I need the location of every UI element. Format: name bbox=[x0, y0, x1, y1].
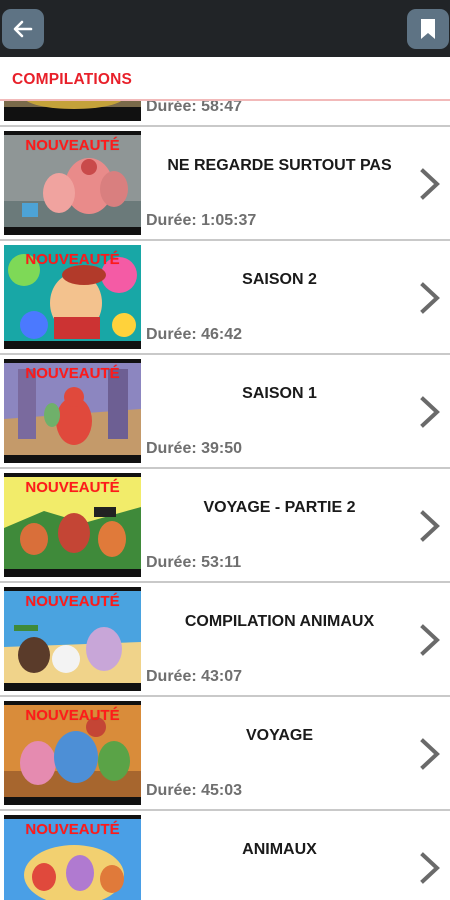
top-app-bar bbox=[0, 0, 450, 57]
new-badge: NOUVEAUTÉ bbox=[25, 137, 120, 154]
list-item[interactable]: NOUVEAUTÉ VOYAGE - PARTIE 2 Durée: 53:11 bbox=[0, 469, 450, 583]
video-thumbnail: NOUVEAUTÉ bbox=[4, 245, 141, 349]
video-list: Durée: 58:47 NOUVEAUTÉ NE REGARDE SURTOU… bbox=[0, 0, 450, 900]
video-thumbnail: NOUVEAUTÉ bbox=[4, 815, 141, 900]
chevron-right-icon bbox=[420, 852, 440, 884]
video-duration: Durée: 46:42 bbox=[146, 326, 243, 343]
new-badge: NOUVEAUTÉ bbox=[25, 479, 120, 496]
chevron-right-icon bbox=[420, 282, 440, 314]
list-item[interactable]: NOUVEAUTÉ SAISON 1 Durée: 39:50 bbox=[0, 355, 450, 469]
chevron-right-icon bbox=[420, 738, 440, 770]
video-title: COMPILATION ANIMAUX bbox=[184, 613, 375, 630]
new-badge: NOUVEAUTÉ bbox=[25, 365, 120, 382]
bookmark-button[interactable] bbox=[407, 9, 449, 49]
video-thumbnail: NOUVEAUTÉ bbox=[4, 131, 141, 235]
list-item[interactable]: NOUVEAUTÉ ANIMAUX bbox=[0, 811, 450, 900]
section-title: COMPILATIONS bbox=[12, 71, 133, 88]
video-thumbnail: NOUVEAUTÉ bbox=[4, 587, 141, 691]
video-title: SAISON 1 bbox=[242, 385, 317, 402]
list-item[interactable]: NOUVEAUTÉ SAISON 2 Durée: 46:42 bbox=[0, 241, 450, 355]
back-button[interactable] bbox=[2, 9, 44, 49]
video-thumbnail: NOUVEAUTÉ bbox=[4, 701, 141, 805]
new-badge: NOUVEAUTÉ bbox=[25, 593, 120, 610]
chevron-right-icon bbox=[420, 396, 440, 428]
video-duration: Durée: 53:11 bbox=[146, 554, 242, 571]
list-item[interactable]: NOUVEAUTÉ VOYAGE Durée: 45:03 bbox=[0, 697, 450, 811]
video-thumbnail: NOUVEAUTÉ bbox=[4, 473, 141, 577]
new-badge: NOUVEAUTÉ bbox=[25, 821, 120, 838]
video-duration: Durée: 43:07 bbox=[146, 668, 243, 685]
list-item[interactable]: NOUVEAUTÉ NE REGARDE SURTOUT PAS Durée: … bbox=[0, 127, 450, 241]
chevron-right-icon bbox=[420, 510, 440, 542]
bookmark-icon bbox=[421, 19, 435, 39]
arrow-left-icon bbox=[13, 20, 33, 38]
list-item[interactable]: NOUVEAUTÉ COMPILATION ANIMAUX Durée: 43:… bbox=[0, 583, 450, 697]
video-title: VOYAGE - PARTIE 2 bbox=[203, 499, 356, 516]
new-badge: NOUVEAUTÉ bbox=[25, 251, 120, 268]
video-duration: Durée: 39:50 bbox=[146, 440, 243, 457]
section-header: COMPILATIONS bbox=[0, 57, 450, 101]
new-badge: NOUVEAUTÉ bbox=[25, 707, 120, 724]
video-title: ANIMAUX bbox=[242, 841, 317, 858]
video-title: NE REGARDE SURTOUT PAS bbox=[167, 157, 392, 174]
chevron-right-icon bbox=[420, 168, 440, 200]
video-title: SAISON 2 bbox=[242, 271, 317, 288]
video-duration: Durée: 45:03 bbox=[146, 782, 243, 799]
video-duration: Durée: 1:05:37 bbox=[146, 212, 257, 229]
video-title: VOYAGE bbox=[246, 727, 313, 744]
chevron-right-icon bbox=[420, 624, 440, 656]
video-thumbnail: NOUVEAUTÉ bbox=[4, 359, 141, 463]
